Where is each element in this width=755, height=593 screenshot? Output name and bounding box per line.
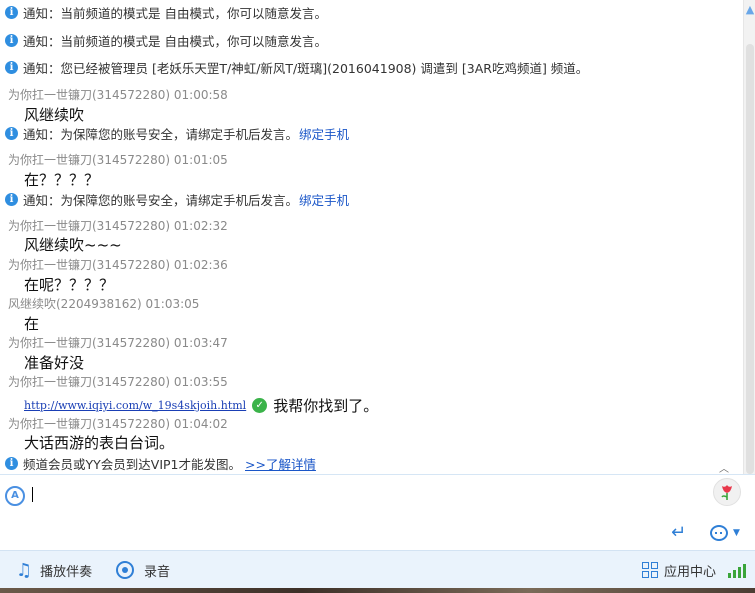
signal-icon bbox=[728, 562, 748, 578]
message-meta[interactable]: 为你扛一世镰刀(314572280) 01:02:32 bbox=[8, 217, 228, 234]
message-meta[interactable]: 风继续吹(2204938162) 01:03:05 bbox=[8, 295, 199, 312]
info-icon: i bbox=[5, 61, 18, 74]
music-note-icon: ♫ bbox=[16, 559, 33, 581]
bind-phone-link[interactable]: 绑定手机 bbox=[299, 190, 349, 209]
chevron-down-icon: ▼ bbox=[733, 528, 740, 538]
scroll-thumb[interactable] bbox=[746, 44, 754, 474]
message-text: 在？？？？ bbox=[24, 171, 100, 189]
notice-text: 您已经被管理员 [老妖乐天罡T/神虹/新风T/斑璃](2016041908) 调… bbox=[60, 61, 589, 76]
record-label: 录音 bbox=[144, 564, 171, 580]
notice-text: 当前频道的模式是 自由模式，你可以随意发言。 bbox=[60, 6, 327, 21]
notice-text: 频道会员或YY会员到达VIP1才能发图。 bbox=[23, 457, 241, 472]
info-icon: i bbox=[5, 193, 18, 206]
voice-input-icon[interactable]: A bbox=[5, 486, 25, 506]
message-input-area: A ↵ ▼ bbox=[0, 474, 755, 550]
message-text: 准备好没 bbox=[24, 354, 85, 372]
app-center-label: 应用中心 bbox=[664, 564, 717, 580]
notice-text: 为保障您的账号安全，请绑定手机后发言。 bbox=[60, 193, 299, 208]
shared-url-link[interactable]: http://www.iqiyi.com/w_19s4skjoih.html bbox=[24, 399, 246, 412]
emoji-icon bbox=[710, 525, 728, 541]
info-icon: i bbox=[5, 457, 18, 470]
message-text: 风继续吹 bbox=[24, 106, 85, 124]
notice-prefix: 通知： bbox=[23, 61, 61, 76]
bind-phone-link[interactable]: 绑定手机 bbox=[299, 124, 349, 143]
flower-icon bbox=[721, 485, 732, 500]
system-notice: i 通知： 您已经被管理员 [老妖乐天罡T/神虹/新风T/斑璃](2016041… bbox=[5, 58, 588, 77]
notice-prefix: 通知： bbox=[23, 127, 61, 142]
message-meta[interactable]: 为你扛一世镰刀(314572280) 01:03:55 bbox=[8, 373, 228, 390]
info-icon: i bbox=[5, 6, 18, 19]
system-notice: i 通知： 当前频道的模式是 自由模式，你可以随意发言。 bbox=[5, 31, 327, 50]
message-meta[interactable]: 为你扛一世镰刀(314572280) 01:03:47 bbox=[8, 334, 228, 351]
play-accompaniment-button[interactable]: ♫ 播放伴奏 bbox=[16, 551, 92, 589]
background-strip bbox=[0, 588, 755, 593]
app-center-button[interactable]: 应用中心 bbox=[642, 551, 716, 589]
message-meta[interactable]: 为你扛一世镰刀(314572280) 01:02:36 bbox=[8, 256, 228, 273]
emoji-button[interactable]: ▼ bbox=[710, 523, 744, 543]
text-caret bbox=[32, 487, 33, 502]
scroll-up-small-icon[interactable]: ︿ bbox=[718, 460, 730, 474]
message-with-link: http://www.iqiyi.com/w_19s4skjoih.html ✓… bbox=[24, 395, 378, 416]
notice-prefix: 通知： bbox=[23, 6, 61, 21]
message-input[interactable] bbox=[30, 481, 700, 511]
system-notice: i 频道会员或YY会员到达VIP1才能发图。 >>了解详情 bbox=[5, 454, 316, 473]
message-text: 大话西游的表白台词。 bbox=[24, 434, 175, 452]
message-meta[interactable]: 为你扛一世镰刀(314572280) 01:00:58 bbox=[8, 86, 228, 103]
notice-prefix: 通知： bbox=[23, 193, 61, 208]
flower-button[interactable] bbox=[713, 478, 741, 506]
chat-message-area: i 通知： 当前频道的模式是 自由模式，你可以随意发言。 i 通知： 当前频道的… bbox=[0, 0, 743, 474]
info-icon: i bbox=[5, 127, 18, 140]
system-notice: i 通知： 当前频道的模式是 自由模式，你可以随意发言。 bbox=[5, 3, 327, 22]
send-icon[interactable]: ↵ bbox=[671, 524, 689, 542]
message-text: 风继续吹~~~ bbox=[24, 236, 122, 254]
check-icon: ✓ bbox=[252, 398, 268, 413]
chat-scrollbar[interactable]: ▲ bbox=[743, 0, 755, 474]
info-icon: i bbox=[5, 34, 18, 47]
learn-more-link[interactable]: >>了解详情 bbox=[245, 454, 316, 473]
scroll-up-arrow-icon[interactable]: ▲ bbox=[744, 0, 755, 20]
message-text: 在 bbox=[24, 315, 40, 333]
message-meta[interactable]: 为你扛一世镰刀(314572280) 01:04:02 bbox=[8, 415, 228, 432]
notice-text: 为保障您的账号安全，请绑定手机后发言。 bbox=[60, 127, 299, 142]
record-button[interactable]: 录音 bbox=[116, 551, 170, 589]
app-grid-icon bbox=[642, 562, 658, 578]
message-text: 我帮你找到了。 bbox=[273, 397, 379, 415]
system-notice: i 通知： 为保障您的账号安全，请绑定手机后发言。 绑定手机 bbox=[5, 190, 349, 209]
notice-prefix: 通知： bbox=[23, 34, 61, 49]
message-meta[interactable]: 为你扛一世镰刀(314572280) 01:01:05 bbox=[8, 151, 228, 168]
message-text: 在呢？？？？ bbox=[24, 276, 115, 294]
play-accompaniment-label: 播放伴奏 bbox=[40, 564, 93, 580]
bottom-toolbar: ♫ 播放伴奏 录音 应用中心 bbox=[0, 550, 755, 588]
record-icon bbox=[116, 561, 134, 579]
notice-text: 当前频道的模式是 自由模式，你可以随意发言。 bbox=[60, 34, 327, 49]
system-notice: i 通知： 为保障您的账号安全，请绑定手机后发言。 绑定手机 bbox=[5, 124, 349, 143]
